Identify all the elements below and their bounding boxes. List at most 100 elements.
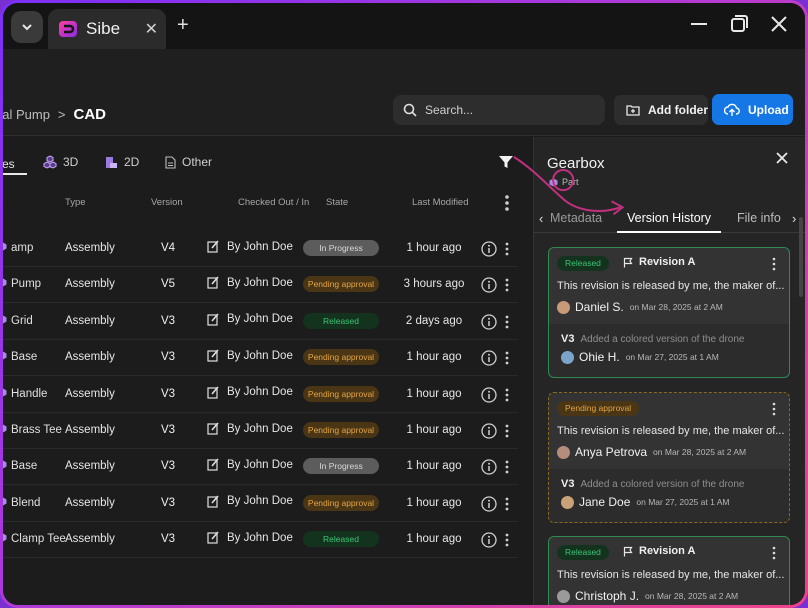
version-card[interactable]: Pending approval This revision is releas…: [548, 392, 790, 523]
column-options-icon[interactable]: [501, 193, 513, 213]
restore-icon[interactable]: [727, 12, 751, 36]
checkout-icon: [207, 276, 219, 289]
row-menu-icon[interactable]: [503, 423, 511, 439]
row-menu-icon[interactable]: [503, 241, 511, 257]
status-badge: Released: [557, 545, 609, 560]
table-row[interactable]: Grid Assembly V3 By John Doe Released 2 days …: [3, 304, 518, 340]
new-tab-button[interactable]: +: [177, 14, 189, 37]
close-panel-icon[interactable]: [775, 151, 789, 165]
card-menu-icon[interactable]: [771, 257, 777, 271]
avatar: [561, 350, 574, 364]
breadcrumb-parent[interactable]: gal Pump: [3, 107, 50, 122]
file-name[interactable]: Clamp Tee: [3, 533, 66, 545]
row-menu-icon[interactable]: [503, 350, 511, 366]
row-menu-icon[interactable]: [503, 387, 511, 403]
file-name[interactable]: amp: [3, 242, 33, 254]
file-name[interactable]: Base: [3, 460, 37, 472]
checked-out-by: By John Doe: [207, 349, 293, 362]
info-icon[interactable]: [481, 314, 497, 330]
info-icon[interactable]: [481, 532, 497, 548]
state-badge: Released: [303, 531, 379, 548]
tab-2d[interactable]: 2D: [105, 155, 139, 169]
column-version[interactable]: Version: [151, 197, 183, 208]
previous-version-number: V3: [561, 333, 575, 345]
info-icon[interactable]: [481, 386, 497, 403]
upload-button[interactable]: Upload: [712, 94, 793, 125]
file-table: es 3D 2D Other Type Version Checked Out …: [3, 137, 532, 605]
upload-label: Upload: [748, 102, 789, 117]
column-type[interactable]: Type: [65, 197, 86, 208]
info-icon[interactable]: [481, 459, 497, 476]
file-name[interactable]: Grid: [3, 315, 33, 327]
last-modified: 1 hour ago: [406, 387, 462, 400]
row-menu-icon[interactable]: [503, 277, 511, 293]
close-window-icon[interactable]: [767, 12, 791, 36]
panel-scrollbar[interactable]: [799, 217, 803, 297]
column-last-modified[interactable]: Last Modified: [412, 197, 469, 208]
checkout-icon: [207, 531, 219, 544]
file-name[interactable]: Pump: [3, 278, 41, 290]
tabs-scroll-right[interactable]: ›: [792, 211, 796, 226]
tab-other[interactable]: Other: [165, 155, 212, 169]
author-name[interactable]: Jane Doe: [579, 495, 630, 509]
chevron-down-icon: [22, 24, 32, 31]
author-name[interactable]: Anya Petrova: [575, 445, 647, 459]
table-row[interactable]: Brass Tee Assembly V3 By John Doe Pending ap…: [3, 413, 518, 449]
info-icon[interactable]: [481, 350, 497, 366]
row-menu-icon[interactable]: [503, 496, 511, 512]
details-panel: Gearbox Part ‹ Metadata Version History …: [533, 137, 805, 605]
assembly-icon: [3, 497, 7, 506]
table-row[interactable]: Clamp Tee Assembly V3 By John Doe Released 1 …: [3, 522, 518, 559]
search-input[interactable]: [425, 103, 585, 117]
flag-icon: [623, 546, 633, 556]
minimize-icon[interactable]: [687, 12, 711, 36]
tabs-scroll-left[interactable]: ‹: [539, 211, 543, 226]
card-menu-icon[interactable]: [771, 546, 777, 560]
author-name[interactable]: Ohie H.: [579, 350, 620, 364]
tab-all-files[interactable]: es: [3, 155, 27, 175]
add-folder-label: Add folder: [648, 103, 708, 117]
file-name[interactable]: Blend: [3, 497, 40, 509]
search-box[interactable]: [393, 95, 605, 125]
file-version: V3: [160, 351, 176, 364]
author-name[interactable]: Daniel S.: [575, 300, 624, 314]
column-state[interactable]: State: [326, 197, 348, 208]
author-name[interactable]: Christoph J.: [575, 589, 639, 603]
tab-all-files-label: es: [3, 157, 15, 171]
row-menu-icon[interactable]: [503, 532, 511, 548]
file-version: V3: [160, 533, 176, 546]
tab-2d-label: 2D: [124, 155, 140, 169]
table-row[interactable]: Handle Assembly V3 By John Doe Pending appro…: [3, 377, 518, 413]
table-row[interactable]: Pump Assembly V5 By John Doe Pending approva…: [3, 267, 518, 304]
tab-3d[interactable]: 3D: [43, 155, 78, 169]
info-icon[interactable]: [481, 277, 497, 294]
card-menu-icon[interactable]: [771, 402, 777, 416]
info-icon[interactable]: [481, 241, 497, 257]
info-icon[interactable]: [481, 496, 497, 512]
file-name[interactable]: Brass Tee: [3, 424, 62, 436]
avatar: [561, 495, 574, 509]
table-row[interactable]: Blend Assembly V3 By John Doe Pending approv…: [3, 486, 518, 522]
row-menu-icon[interactable]: [503, 459, 511, 475]
close-tab-icon[interactable]: ✕: [145, 19, 158, 39]
table-row[interactable]: amp Assembly V4 By John Doe In Progress 1 hou…: [3, 231, 518, 267]
table-row[interactable]: Base Assembly V3 By John Doe Pending approva…: [3, 340, 518, 377]
state-badge: Pending approval: [303, 422, 379, 438]
version-card[interactable]: Released Revision A This revision is rel…: [548, 536, 790, 605]
tab-version-history[interactable]: Version History: [617, 211, 722, 233]
file-name[interactable]: Base: [3, 351, 37, 363]
filter-icon[interactable]: [498, 154, 514, 170]
file-name[interactable]: Handle: [3, 388, 47, 400]
table-row[interactable]: Base Assembly V3 By John Doe In Progress 1 ho…: [3, 449, 518, 486]
version-card[interactable]: Released Revision A This revision is rel…: [548, 247, 790, 378]
info-icon[interactable]: [481, 423, 497, 439]
tab-metadata[interactable]: Metadata: [550, 211, 602, 225]
cloud-upload-icon: [724, 103, 740, 116]
browser-tab[interactable]: Sibe ✕: [48, 9, 166, 49]
file-type: Assembly: [65, 424, 115, 436]
column-checked-out[interactable]: Checked Out / In: [238, 197, 309, 208]
add-folder-button[interactable]: Add folder: [614, 95, 708, 125]
tab-list-button[interactable]: [11, 11, 43, 43]
tab-file-info[interactable]: File info: [737, 211, 781, 225]
row-menu-icon[interactable]: [503, 314, 511, 330]
